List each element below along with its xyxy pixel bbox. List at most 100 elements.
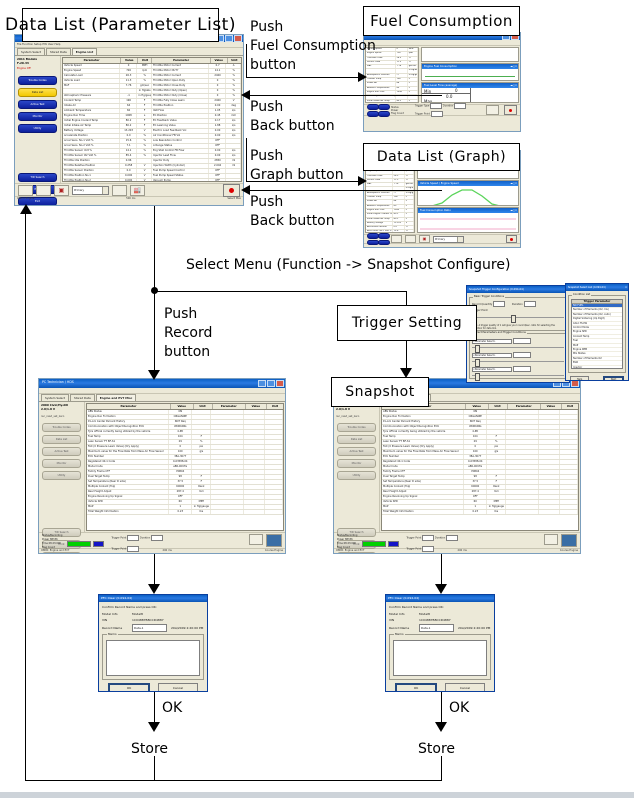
snapshot-save-icon[interactable] <box>561 534 577 547</box>
fc-record-button[interactable] <box>504 105 517 115</box>
dialog-ok-button[interactable]: OK <box>108 683 150 691</box>
data-list-tabs[interactable]: System Select Stored Data Engine List <box>15 48 243 56</box>
record-trigger-point2-input[interactable] <box>127 546 140 552</box>
split-view-icon[interactable] <box>18 184 33 196</box>
record-button[interactable] <box>223 183 240 197</box>
trigger-close-button[interactable]: Close <box>508 382 529 383</box>
sidebar-button-utility[interactable]: Utility <box>42 471 81 481</box>
param-select-dialog[interactable]: Snapshot Select List (0.094-04) ✕ Condit… <box>565 283 629 381</box>
fc-trigger-point-input[interactable] <box>430 111 443 117</box>
trigger-point-slider[interactable] <box>472 315 564 323</box>
record-quantity-input[interactable] <box>493 301 506 307</box>
memo-textarea[interactable] <box>106 640 200 676</box>
minimize-icon[interactable] <box>258 380 266 387</box>
record-left-tabs[interactable]: System Select Stored Data Engine and EVT… <box>39 394 285 402</box>
sidebar-button-monitor[interactable]: Monitor <box>18 112 57 122</box>
dialog-ok-button[interactable]: OK <box>395 683 437 691</box>
record-duration-input[interactable] <box>151 535 164 541</box>
param-select-row-2[interactable]: <Parameter Select> <box>470 351 566 359</box>
tab-stored-data[interactable]: Stored Data <box>69 394 95 401</box>
record-trigger-point-input[interactable] <box>127 535 140 541</box>
sidebar-button-data-list[interactable]: Data List <box>42 435 81 445</box>
graph-toolbar[interactable]: ▣ Primary <box>364 233 520 245</box>
snapshot-trigger-point2-input[interactable] <box>422 546 435 552</box>
table-row[interactable]: Total Weight Information 0.23 lbs <box>382 510 578 515</box>
graph-split-icon[interactable] <box>391 235 402 243</box>
graph-combo[interactable]: Primary <box>433 235 464 243</box>
fc-toolbar[interactable]: Status Power Flag Count Trigger Type Dur… <box>364 103 520 117</box>
fc-refresh-icon[interactable] <box>486 105 499 115</box>
graph-record-button[interactable] <box>506 235 517 243</box>
sidebar-button-data-list[interactable]: Data List <box>337 435 376 445</box>
maximize-icon[interactable] <box>267 380 275 387</box>
sidebar-button-utility[interactable]: Utility <box>337 471 376 481</box>
sidebar-button-monitor[interactable]: Monitor <box>42 459 81 469</box>
table-row[interactable]: Throttle Position No.2 0.000 V Vacuum Pump O… <box>63 179 241 181</box>
sidebar-button-active-test[interactable]: Active Test <box>337 447 376 457</box>
record-left-rows[interactable]: ABS Status ON Engine Run Formation ORGANIZE… <box>87 410 283 515</box>
dialog-cancel-button[interactable]: Cancel <box>445 683 485 691</box>
slider-knob[interactable] <box>510 315 516 323</box>
close-icon[interactable] <box>571 380 579 387</box>
sidebar-button-trouble-codes[interactable]: Trouble Codes <box>337 423 376 433</box>
sidebar-button-trouble-codes[interactable]: Trouble Codes <box>42 423 81 433</box>
trigger-parameter-listbox[interactable]: Trigger Parameter NO FUEL Number of Eleme… <box>571 299 623 369</box>
graph-edit-icon[interactable] <box>405 235 416 243</box>
snapshot-trigger-point-input[interactable] <box>422 535 435 541</box>
sidebar-button-trouble-codes[interactable]: Trouble Codes <box>18 76 57 86</box>
duration-input[interactable] <box>523 301 536 307</box>
record-left-grid[interactable]: Parameter Value Unit Parameter Value Uni… <box>86 403 284 531</box>
param-select-row-1[interactable]: <Parameter Select> <box>470 337 566 345</box>
sidebar-button-active-test[interactable]: Active Test <box>42 447 81 457</box>
memo-textarea[interactable] <box>393 640 487 676</box>
tab-stored-data[interactable]: Stored Data <box>45 48 71 55</box>
record-name-dialog-right[interactable]: PFC Clear (0.094-04) Confirm Record Name… <box>385 594 495 692</box>
trigger-config-dialog[interactable]: Snapshot Trigger Configuration (0.094-04… <box>466 285 570 383</box>
record-left-window-controls[interactable] <box>258 380 284 387</box>
tab-engine-list[interactable]: Engine List <box>71 48 98 55</box>
fuel-consumption-window[interactable]: Vehicle Speed 0 MPH Engine Speed 726 rpm Calcu… <box>363 32 521 132</box>
sidebar-button-monitor[interactable]: Monitor <box>337 459 376 469</box>
sidebar-button-tid-search[interactable]: TID Search <box>18 173 57 183</box>
data-set-combo[interactable]: Primary <box>72 185 109 195</box>
graph-button-icon[interactable]: ▣ <box>54 184 69 196</box>
parameter-grid[interactable]: Parameter Value Unit Parameter Value Uni… <box>62 57 242 182</box>
param-next-button[interactable]: Next <box>603 376 624 380</box>
snapshot-icon[interactable] <box>112 184 127 196</box>
tab-system-select[interactable]: System Select <box>41 394 69 401</box>
record-window-left[interactable]: PC Technician / HDS System Select Stored… <box>38 378 286 554</box>
record-name-dialog-left[interactable]: PFC Clear (0.094-04) Confirm Record Name… <box>98 594 208 692</box>
record-name-input[interactable]: Data-1 <box>132 624 167 632</box>
table-row[interactable]: Total Weight Information 0.23 lbs <box>87 510 283 515</box>
parameter-grid-rows[interactable]: Vehicle Speed 0 MPH Throttle Motor Current 0… <box>63 64 241 181</box>
tab-engine-evt[interactable]: Engine and EVT Misc <box>95 394 137 401</box>
window-controls[interactable] <box>216 35 242 42</box>
edit-icon[interactable] <box>36 184 51 196</box>
param-help-button[interactable]: Help <box>570 376 589 380</box>
graph-back-button-icon[interactable]: ▣ <box>419 235 430 243</box>
list-item[interactable]: Injector <box>572 366 622 368</box>
snapshot-duration-input[interactable] <box>446 535 459 541</box>
tab-system-select[interactable]: System Select <box>17 48 45 55</box>
list-item[interactable]: Initial Intake Air Temp 80.2 F <box>366 99 418 102</box>
param-select-row-3[interactable]: <Parameter Select> <box>470 365 566 373</box>
snapshot-stop-icon[interactable] <box>544 534 558 545</box>
record-name-input[interactable]: Data-1 <box>419 624 454 632</box>
trigger-cancel-button[interactable]: Cancel <box>546 382 565 383</box>
sidebar-button-active-test[interactable]: Active Test <box>18 100 57 110</box>
fc-trigger-type-input[interactable] <box>430 103 443 109</box>
record-save-icon[interactable] <box>266 534 282 547</box>
data-list-toolbar[interactable]: ▣ Primary 🏭 <box>15 183 243 197</box>
close-icon[interactable] <box>276 380 284 387</box>
snapshot-rows[interactable]: ABS Status ON Engine Run Formation ORGANIZE… <box>382 410 578 515</box>
close-icon[interactable] <box>234 35 242 42</box>
sidebar-button-utility[interactable]: Utility <box>18 124 57 134</box>
fuel-consumption-button-icon[interactable]: 🏭 <box>130 184 145 196</box>
trigger-help-button[interactable]: Help <box>471 382 490 383</box>
graph-parameter-list[interactable]: Vehicle Speed0MPHEngine Speed726rpmCalcu… <box>365 165 415 233</box>
maximize-icon[interactable] <box>225 35 233 42</box>
fc-duration-input[interactable] <box>454 103 467 109</box>
dialog-cancel-button[interactable]: Cancel <box>158 683 198 691</box>
snapshot-grid[interactable]: Parameter Value Unit Parameter Value Uni… <box>381 403 579 531</box>
data-list-window[interactable]: File Function Setup HW User Help System … <box>14 34 244 206</box>
